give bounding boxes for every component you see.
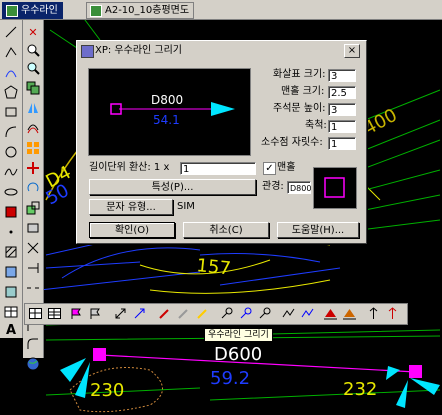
circle-icon[interactable]	[3, 144, 19, 160]
polyline-icon[interactable]	[3, 44, 19, 60]
ellipse-icon[interactable]	[3, 184, 19, 200]
pen3-icon[interactable]	[195, 306, 210, 321]
table-icon[interactable]	[3, 304, 19, 320]
drawing-text-230: 230	[90, 380, 124, 401]
drawing-text-50: 50	[42, 180, 72, 209]
manhole-size-field[interactable]: 2.5	[328, 86, 356, 99]
pen-icon[interactable]	[157, 306, 172, 321]
tab-floor-plan[interactable]: A2-10_10층평면도	[86, 2, 195, 19]
manhole-size-label: 맨홀 크기:	[281, 86, 325, 97]
spline-icon[interactable]	[3, 164, 19, 180]
array-icon[interactable]	[25, 140, 41, 156]
annotation-height-field[interactable]: 3	[328, 103, 356, 116]
tab-drainage-line[interactable]: 우수라인	[2, 2, 63, 19]
preview-slope-label: 54.1	[153, 113, 180, 127]
arrow-size-field[interactable]: 3	[328, 69, 356, 82]
pipe-diameter-label: 관경:	[262, 181, 284, 192]
erase-icon[interactable]: ✕	[25, 24, 41, 40]
manhole-square-icon	[324, 177, 345, 198]
move-icon[interactable]	[25, 160, 41, 176]
extend-icon[interactable]	[25, 260, 41, 276]
stretch-icon[interactable]	[25, 220, 41, 236]
annotation-height-label: 주석문 높이:	[273, 103, 326, 114]
document-tab-bar: 우수라인 A2-10_10층평면도	[0, 0, 442, 20]
flag2-icon[interactable]	[88, 306, 103, 321]
drawing-file-icon	[6, 5, 18, 17]
triangle2-icon[interactable]	[342, 306, 357, 321]
unit-conversion-field[interactable]: 1	[180, 162, 256, 175]
tab-label: A2-10_10층평면도	[105, 5, 190, 16]
line-icon[interactable]	[3, 24, 19, 40]
preview-arrow-icon	[211, 102, 235, 116]
fillet-icon[interactable]	[25, 336, 41, 352]
expand-icon[interactable]	[113, 306, 128, 321]
gradient-icon[interactable]	[3, 264, 19, 280]
globe-icon[interactable]	[25, 356, 41, 372]
help-button[interactable]: 도움말(H)...	[277, 222, 359, 238]
zoom-icon[interactable]	[25, 42, 41, 58]
cancel-button[interactable]: 취소(C)	[183, 222, 269, 238]
manhole-preview-swatch	[313, 167, 357, 209]
scale-label: 축척:	[305, 120, 327, 131]
dialog-title: XP: 우수라인 그리기	[95, 45, 183, 56]
text-style-button[interactable]: 문자 유형...	[89, 199, 173, 215]
pen2-icon[interactable]	[176, 306, 191, 321]
scale-icon[interactable]	[25, 200, 41, 216]
tooltip: 우수라인 그리기	[204, 328, 273, 342]
pin2-icon[interactable]	[385, 306, 400, 321]
arc2-icon[interactable]	[3, 124, 19, 140]
text-icon[interactable]: A	[3, 322, 19, 338]
hatch-icon[interactable]	[3, 244, 19, 260]
expand2-icon[interactable]	[132, 306, 147, 321]
drawing-text-157: 157	[195, 255, 231, 279]
preview-pipe-label: D800	[151, 93, 183, 107]
unit-conversion-label: 길이단위 환산: 1 x	[89, 162, 170, 173]
offset-icon[interactable]	[25, 120, 41, 136]
manhole-checkbox[interactable]: ✓	[263, 162, 276, 175]
pin-icon[interactable]	[366, 306, 381, 321]
preview-panel: D800 54.1	[88, 68, 251, 156]
key3-icon[interactable]	[257, 306, 272, 321]
drawing-file-icon	[90, 5, 102, 17]
draw-toolbar: A	[0, 20, 23, 338]
line-tool-icon[interactable]	[281, 306, 296, 321]
dialog-title-bar[interactable]: XP: 우수라인 그리기 ×	[79, 43, 362, 58]
line-tool2-icon[interactable]	[300, 306, 315, 321]
rotate-icon[interactable]	[25, 180, 41, 196]
xp-app-icon	[81, 45, 94, 58]
break-icon[interactable]	[25, 280, 41, 296]
table-icon[interactable]	[28, 306, 43, 321]
manhole-checkbox-label: 맨홀	[277, 162, 296, 173]
triangle-icon[interactable]	[323, 306, 338, 321]
flag-icon[interactable]	[69, 306, 84, 321]
pipe-diameter-field[interactable]: D800	[287, 181, 311, 194]
tab-label: 우수라인	[21, 5, 58, 16]
zoom-window-icon[interactable]	[25, 60, 41, 76]
drainage-line-dialog: XP: 우수라인 그리기 × D800 54.1 화살표 크기: 3 맨홀 크기…	[76, 40, 367, 244]
properties-button[interactable]: 특성(P)...	[89, 179, 256, 195]
drainage-toolbar	[24, 303, 408, 325]
drawing-text-232: 232	[343, 379, 377, 400]
insert-block-icon[interactable]	[3, 204, 19, 220]
rectangle-icon[interactable]	[3, 104, 19, 120]
close-button[interactable]: ×	[344, 44, 360, 58]
polygon-icon[interactable]	[3, 84, 19, 100]
copy-icon[interactable]	[25, 80, 41, 96]
decimal-places-label: 소수점 자릿수:	[261, 137, 323, 148]
region-icon[interactable]	[3, 284, 19, 300]
text-style-value: SIM	[177, 201, 195, 212]
trim-icon[interactable]	[25, 240, 41, 256]
ok-button[interactable]: 확인(O)	[89, 222, 175, 238]
scale-field[interactable]: 1	[328, 120, 356, 133]
arrow-size-label: 화살표 크기:	[273, 69, 326, 80]
mirror-icon[interactable]	[25, 100, 41, 116]
drawing-text-59-2: 59.2	[210, 368, 250, 389]
decimal-places-field[interactable]: 1	[328, 137, 356, 150]
table2-icon[interactable]	[47, 306, 62, 321]
arc-icon[interactable]	[3, 64, 19, 80]
key-icon[interactable]	[219, 306, 234, 321]
drawing-text-d600: D600	[214, 344, 262, 365]
key2-icon[interactable]	[238, 306, 253, 321]
point-icon[interactable]	[3, 224, 19, 240]
